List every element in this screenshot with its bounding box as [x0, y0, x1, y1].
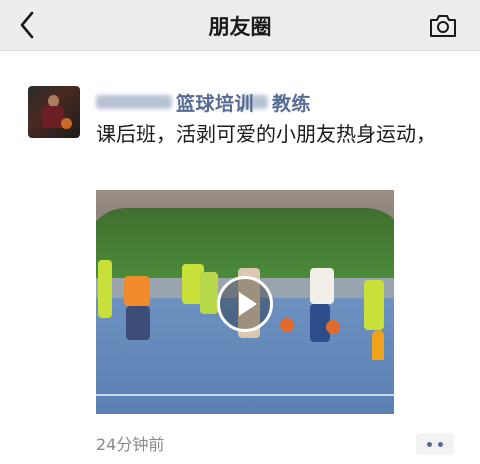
video-kid: [200, 272, 218, 314]
video-kid: [126, 306, 150, 340]
redacted-name-part: [96, 95, 172, 109]
camera-icon: [430, 15, 456, 37]
video-kid: [124, 276, 150, 306]
play-button[interactable]: [217, 276, 273, 332]
video-kid: [310, 268, 334, 304]
moments-post: 篮球培训 教练 课后班，活剥可爱的小朋友热身运动， 24分钟前: [0, 51, 480, 464]
camera-button[interactable]: [428, 12, 458, 40]
more-dots-icon: [427, 442, 432, 447]
video-basketball: [326, 320, 340, 334]
more-actions-button[interactable]: [416, 433, 454, 455]
video-thumbnail[interactable]: [96, 190, 394, 414]
avatar[interactable]: [28, 86, 80, 138]
video-kid: [98, 260, 112, 318]
avatar-basketball: [61, 118, 72, 129]
post-timestamp: 24分钟前: [96, 435, 165, 454]
page-title: 朋友圈: [208, 15, 272, 39]
play-icon: [239, 292, 257, 316]
video-kid: [364, 280, 384, 330]
top-bar: 朋友圈: [0, 0, 480, 51]
more-dots-icon: [438, 442, 443, 447]
post-caption: 课后班，活剥可爱的小朋友热身运动，: [96, 122, 436, 146]
author-name-main: 篮球培训: [176, 93, 255, 115]
video-basketball: [280, 318, 294, 332]
author-name: 篮球培训 教练: [176, 89, 311, 116]
author-name-suffix: 教练: [272, 93, 312, 115]
video-scene-court-line: [96, 394, 394, 396]
video-cone: [372, 330, 384, 360]
